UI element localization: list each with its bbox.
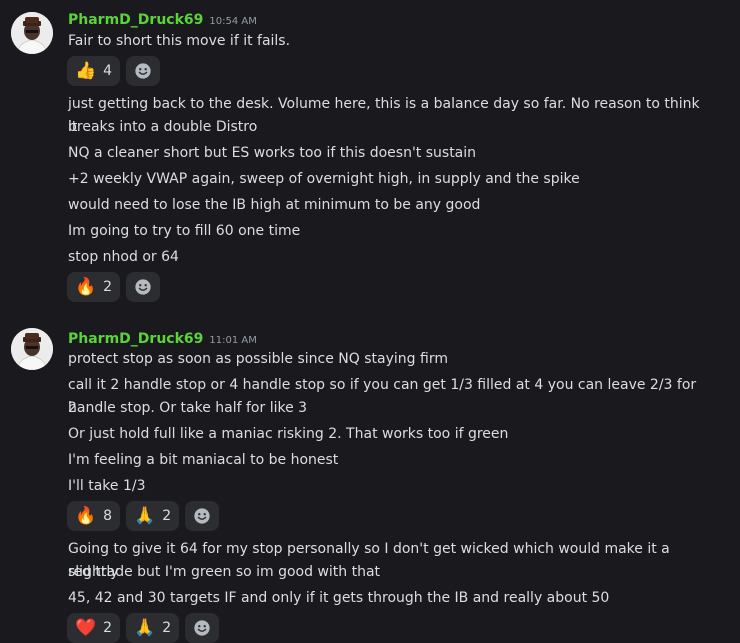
username[interactable]: PharmD_Druck69 [68, 12, 203, 28]
add-reaction-button[interactable] [126, 272, 161, 302]
add-reaction-button[interactable] [185, 501, 220, 531]
avatar[interactable] [11, 12, 53, 54]
add-reaction-button[interactable] [126, 56, 161, 86]
folded-hands-icon: 🙏 [134, 505, 156, 526]
reaction-folded-hands[interactable]: 🙏 2 [126, 501, 180, 531]
reaction-bar: 🔥 2 [67, 272, 161, 302]
reaction-bar: 👍 4 [67, 56, 161, 86]
message-text: Im going to try to fill 60 one time [68, 223, 301, 239]
heart-icon: ❤️ [75, 617, 97, 638]
add-reaction-button[interactable] [185, 613, 220, 643]
reaction-count: 2 [162, 620, 172, 636]
message-text: NQ a cleaner short but ES works too if t… [68, 145, 477, 161]
message-text: Fair to short this move if it fails. [68, 33, 291, 49]
message-header: PharmD_Druck69 10:54 AM [68, 9, 257, 28]
message-text: Or just hold full like a maniac risking … [68, 426, 509, 442]
add-reaction-icon [194, 620, 210, 636]
reaction-fire[interactable]: 🔥 2 [67, 272, 121, 302]
reaction-thumbs-up[interactable]: 👍 4 [67, 56, 121, 86]
message-text: stop nhod or 64 [68, 249, 179, 265]
folded-hands-icon: 🙏 [134, 617, 156, 638]
message-text: breaks into a double Distro [68, 119, 258, 135]
avatar[interactable] [11, 328, 53, 370]
message-text: I'm feeling a bit maniacal to be honest [68, 452, 339, 468]
message-header: PharmD_Druck69 11:01 AM [68, 328, 257, 347]
message-text: protect stop as soon as possible since N… [68, 351, 448, 367]
reaction-folded-hands[interactable]: 🙏 2 [126, 613, 180, 643]
message-text: would need to lose the IB high at minimu… [68, 197, 481, 213]
thumbs-up-icon: 👍 [75, 60, 97, 81]
reaction-bar: 🔥 8 🙏 2 [67, 501, 220, 531]
reaction-count: 8 [103, 508, 113, 524]
message-text: red trade but I'm green so im good with … [68, 564, 381, 580]
message-text: 45, 42 and 30 targets IF and only if it … [68, 590, 610, 606]
add-reaction-icon [135, 279, 151, 295]
timestamp: 11:01 AM [209, 335, 257, 346]
reaction-fire[interactable]: 🔥 8 [67, 501, 121, 531]
reaction-count: 2 [103, 279, 113, 295]
add-reaction-icon [194, 508, 210, 524]
reaction-count: 4 [103, 63, 113, 79]
fire-icon: 🔥 [75, 276, 97, 297]
reaction-heart[interactable]: ❤️ 2 [67, 613, 121, 643]
reaction-count: 2 [162, 508, 172, 524]
message-text: I'll take 1/3 [68, 478, 146, 494]
reaction-bar: ❤️ 2 🙏 2 [67, 613, 220, 643]
fire-icon: 🔥 [75, 505, 97, 526]
add-reaction-icon [135, 63, 151, 79]
username[interactable]: PharmD_Druck69 [68, 331, 203, 347]
reaction-count: 2 [103, 620, 113, 636]
message-text: handle stop. Or take half for like 3 [68, 400, 308, 416]
timestamp: 10:54 AM [209, 16, 257, 27]
message-text: +2 weekly VWAP again, sweep of overnight… [68, 171, 580, 187]
